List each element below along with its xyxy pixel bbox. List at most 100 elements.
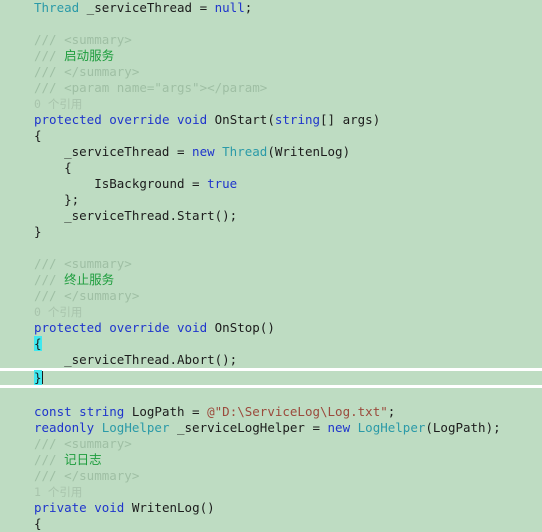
- code-line[interactable]: };: [0, 192, 542, 208]
- token-params: [] args): [320, 112, 381, 127]
- token-string-literal-logpath: @"D:\ServiceLog\Log.txt": [207, 404, 388, 419]
- token-keyword-readonly: readonly: [34, 420, 95, 435]
- code-line[interactable]: private void WritenLog(): [0, 500, 542, 516]
- token-xmldoc-text-cn: 记日志: [64, 452, 102, 467]
- token-keyword-const: const: [34, 404, 72, 419]
- token-method-onstart: OnStart(: [214, 112, 275, 127]
- token-keyword-string: string: [79, 404, 125, 419]
- code-line[interactable]: protected override void OnStart(string[]…: [0, 112, 542, 128]
- token-keyword-new: new: [192, 144, 215, 159]
- token-xmldoc-summary-close: /// </summary>: [34, 288, 140, 303]
- token-semicolon: ;: [244, 0, 253, 15]
- code-line[interactable]: const string LogPath = @"D:\ServiceLog\L…: [0, 404, 542, 420]
- token-method-onstop: OnStop(): [214, 320, 275, 335]
- code-line[interactable]: /// <summary>: [0, 436, 542, 452]
- code-line[interactable]: IsBackground = true: [0, 176, 542, 192]
- token-keyword-override: override: [109, 112, 170, 127]
- token-brace-open: {: [34, 128, 42, 143]
- code-line[interactable]: protected override void OnStop(): [0, 320, 542, 336]
- code-line-blank[interactable]: [0, 388, 542, 404]
- token-keyword-void: void: [177, 112, 208, 127]
- token-keyword-null: null: [214, 0, 245, 15]
- codelens-references-onstop[interactable]: 0 个引用: [0, 304, 542, 320]
- codelens-label[interactable]: 0 个引用: [34, 305, 82, 319]
- code-line[interactable]: Thread _serviceThread = null;: [0, 0, 542, 16]
- token-xmldoc-param: /// <param name="args"></param>: [34, 80, 268, 95]
- matched-brace-close: }: [34, 370, 42, 385]
- codelens-label[interactable]: 0 个引用: [34, 97, 82, 111]
- code-line[interactable]: {: [0, 160, 542, 176]
- token-brace-open: {: [34, 160, 72, 175]
- code-line[interactable]: }: [0, 224, 542, 240]
- token-type-loghelper: LogHelper: [357, 420, 426, 435]
- code-line[interactable]: readonly LogHelper _serviceLogHelper = n…: [0, 420, 542, 436]
- code-line[interactable]: /// <summary>: [0, 256, 542, 272]
- code-line[interactable]: {: [0, 128, 542, 144]
- code-line[interactable]: /// 启动服务: [0, 48, 542, 64]
- code-line[interactable]: /// 终止服务: [0, 272, 542, 288]
- code-line[interactable]: _serviceThread.Abort();: [0, 352, 542, 368]
- token-type-thread: Thread: [222, 144, 268, 159]
- token-xmldoc-slashes: ///: [34, 48, 65, 63]
- token-xmldoc-summary-close: /// </summary>: [34, 468, 140, 483]
- token-identifier: _serviceThread =: [79, 0, 215, 15]
- token-type-thread: Thread: [34, 0, 80, 15]
- token-brace-close-semi: };: [34, 192, 80, 207]
- code-line[interactable]: /// </summary>: [0, 468, 542, 484]
- token-keyword-override: override: [109, 320, 170, 335]
- token-xmldoc-summary-close: /// </summary>: [34, 64, 140, 79]
- token-keyword-void: void: [94, 500, 125, 515]
- token-assignment: _serviceThread =: [34, 144, 193, 159]
- token-keyword-protected: protected: [34, 112, 102, 127]
- token-semicolon: ;: [387, 404, 396, 419]
- token-args: (WritenLog): [267, 144, 351, 159]
- code-line[interactable]: /// </summary>: [0, 64, 542, 80]
- code-line-blank[interactable]: [0, 16, 542, 32]
- token-xmldoc-slashes: ///: [34, 272, 65, 287]
- code-line[interactable]: /// </summary>: [0, 288, 542, 304]
- code-editor-surface[interactable]: Thread _serviceThread = null; /// <summa…: [0, 0, 542, 531]
- codelens-references-onstart[interactable]: 0 个引用: [0, 96, 542, 112]
- token-identifier-servicelogerhelper: _serviceLogHelper =: [169, 420, 328, 435]
- token-method-writenlog: WritenLog(): [131, 500, 215, 515]
- code-line[interactable]: /// <summary>: [0, 32, 542, 48]
- token-identifier-logpath: LogPath =: [124, 404, 208, 419]
- token-keyword-true: true: [207, 176, 238, 191]
- token-call-start: _serviceThread.Start();: [34, 208, 238, 223]
- code-line[interactable]: _serviceThread.Start();: [0, 208, 542, 224]
- token-xmldoc-summary-open: /// <summary>: [34, 256, 132, 271]
- token-keyword-string: string: [274, 112, 321, 127]
- code-line[interactable]: {: [0, 336, 542, 352]
- token-keyword-private: private: [34, 500, 87, 515]
- token-xmldoc-text-cn: 启动服务: [64, 48, 115, 63]
- token-type-loghelper: LogHelper: [101, 420, 170, 435]
- token-keyword-protected: protected: [34, 320, 102, 335]
- code-line-blank[interactable]: [0, 240, 542, 256]
- token-xmldoc-summary-open: /// <summary>: [34, 32, 132, 47]
- matched-brace-open: {: [34, 336, 42, 351]
- token-keyword-void: void: [177, 320, 208, 335]
- token-property-isbackground: IsBackground =: [34, 176, 208, 191]
- code-line[interactable]: {: [0, 516, 542, 532]
- token-xmldoc-slashes: ///: [34, 452, 65, 467]
- code-line[interactable]: _serviceThread = new Thread(WritenLog): [0, 144, 542, 160]
- token-args: (LogPath);: [425, 420, 501, 435]
- token-call-abort: _serviceThread.Abort();: [34, 352, 238, 367]
- codelens-label[interactable]: 1 个引用: [34, 485, 82, 499]
- current-code-line[interactable]: }: [0, 368, 542, 388]
- code-line[interactable]: /// <param name="args"></param>: [0, 80, 542, 96]
- token-xmldoc-summary-open: /// <summary>: [34, 436, 132, 451]
- token-keyword-new: new: [327, 420, 351, 435]
- text-cursor: [41, 371, 43, 384]
- token-xmldoc-text-cn: 终止服务: [64, 272, 115, 287]
- code-line[interactable]: /// 记日志: [0, 452, 542, 468]
- token-brace-close: }: [34, 224, 42, 239]
- codelens-references-writenlog[interactable]: 1 个引用: [0, 484, 542, 500]
